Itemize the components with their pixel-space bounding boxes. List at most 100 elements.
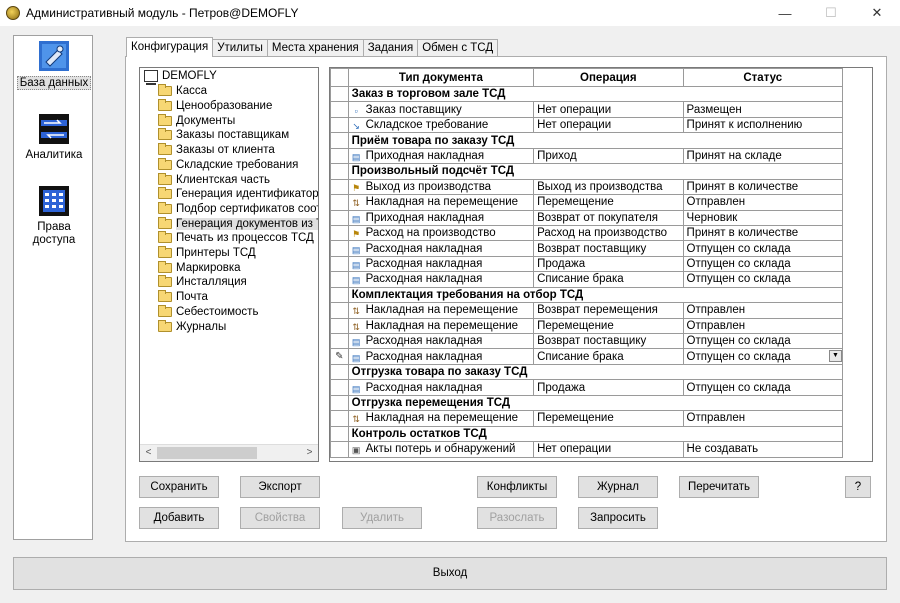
cell-doc-type[interactable]: ▤ Расходная накладная bbox=[347, 271, 535, 288]
save-button[interactable]: Сохранить bbox=[139, 476, 219, 498]
cell-status[interactable]: Не создавать bbox=[682, 441, 843, 458]
cell-status[interactable]: Черновик bbox=[682, 209, 843, 226]
tab-utilities[interactable]: Утилиты bbox=[212, 39, 268, 57]
grid-row[interactable]: ▤ Расходная накладная Возврат поставщику От… bbox=[330, 332, 872, 350]
grid-row[interactable]: ⇅ Накладная на перемещение Перемещение Отпр… bbox=[330, 410, 872, 427]
cell-status[interactable]: Принят на складе bbox=[682, 147, 843, 165]
nav-item-analytics[interactable]: Аналитика bbox=[14, 113, 94, 161]
grid-row[interactable]: ⇅ Накладная на перемещение Перемещение Отпр… bbox=[330, 317, 872, 335]
cell-operation[interactable]: Продажа bbox=[533, 379, 684, 396]
tree-item[interactable]: Принтеры ТСД bbox=[158, 246, 256, 261]
cell-operation[interactable]: Перемещение bbox=[533, 317, 684, 335]
cell-doc-type[interactable]: ⇅ Накладная на перемещение bbox=[347, 317, 535, 335]
cell-operation[interactable]: Приход bbox=[533, 147, 684, 165]
tree-item[interactable]: Почта bbox=[158, 290, 208, 305]
cell-doc-type[interactable]: ▤ Расходная накладная bbox=[347, 240, 535, 257]
grid-row[interactable]: ⇅ Накладная на перемещение Возврат перемещ… bbox=[330, 302, 872, 319]
properties-button[interactable]: Свойства bbox=[240, 507, 320, 529]
minimize-button[interactable]: — bbox=[762, 0, 808, 26]
cell-doc-type[interactable]: ⚑ Расход на производство bbox=[347, 224, 535, 242]
cell-operation[interactable]: Возврат поставщику bbox=[533, 332, 684, 350]
journal-button[interactable]: Журнал bbox=[578, 476, 658, 498]
dropdown-arrow-icon[interactable]: ▼ bbox=[828, 350, 842, 363]
tree-item[interactable]: Генерация идентификаторов bbox=[158, 187, 318, 202]
cell-doc-type[interactable]: ▣ Акты потерь и обнаружений bbox=[347, 441, 535, 458]
cell-status[interactable]: Принят в количестве bbox=[682, 224, 843, 242]
cell-status[interactable]: Отпущен со склада bbox=[682, 255, 843, 273]
grid-row[interactable]: ▤ Приходная накладная Приход Принят на скла… bbox=[330, 147, 872, 165]
close-button[interactable]: ✕ bbox=[854, 0, 900, 26]
document-status-grid[interactable]: Тип документа Операция Статус Заказ в то… bbox=[329, 67, 873, 462]
tree-item[interactable]: Инсталляция bbox=[158, 275, 247, 290]
cell-status[interactable]: Отпущен со склада bbox=[682, 271, 843, 288]
grid-row[interactable]: ⚑ Выход из производства Выход из производс… bbox=[330, 178, 872, 196]
cell-doc-type[interactable]: ▤ Приходная накладная bbox=[347, 147, 535, 165]
grid-row[interactable]: ⚑ Расход на производство Расход на произво… bbox=[330, 224, 872, 242]
cell-operation[interactable]: Нет операции bbox=[533, 441, 684, 458]
tree-item[interactable]: Журналы bbox=[158, 319, 226, 334]
grid-group-row[interactable]: Отгрузка товара по заказу ТСД bbox=[330, 363, 872, 381]
grid-row[interactable]: ⇅ Накладная на перемещение Перемещение Отпр… bbox=[330, 194, 872, 211]
tree-item[interactable]: Маркировка bbox=[158, 260, 241, 275]
grid-row[interactable]: ▤ Приходная накладная Возврат от покупател… bbox=[330, 209, 872, 226]
header-operation[interactable]: Операция bbox=[533, 68, 684, 87]
export-button[interactable]: Экспорт bbox=[240, 476, 320, 498]
grid-row[interactable]: ▤ Расходная накладная Продажа Отпущен со ск… bbox=[330, 255, 872, 273]
cell-doc-type[interactable]: ⚑ Выход из производства bbox=[347, 178, 535, 196]
config-tree[interactable]: DEMOFLY Касса Ценообразование Документы Зак… bbox=[139, 67, 319, 462]
tree-horizontal-scrollbar[interactable]: < > bbox=[140, 444, 318, 461]
tab-storage-locations[interactable]: Места хранения bbox=[266, 39, 364, 57]
tree-item[interactable]: Печать из процессов ТСД bbox=[158, 231, 314, 246]
tab-tsd-exchange[interactable]: Обмен с ТСД bbox=[417, 39, 499, 57]
cell-status[interactable]: Отправлен bbox=[682, 317, 843, 335]
cell-status[interactable]: Отправлен bbox=[682, 302, 843, 319]
cell-operation[interactable]: Нет операции bbox=[533, 101, 684, 118]
cell-status[interactable]: Отпущен со склада bbox=[682, 332, 843, 350]
cell-operation[interactable]: Перемещение bbox=[533, 410, 684, 427]
cell-doc-type[interactable]: ▤ Расходная накладная bbox=[347, 255, 535, 273]
cell-doc-type[interactable]: ⇅ Накладная на перемещение bbox=[347, 302, 535, 319]
grid-group-row[interactable]: Отгрузка перемещения ТСД bbox=[330, 394, 872, 412]
cell-status[interactable]: Отпущен со склада ▼ bbox=[682, 348, 843, 365]
cell-status[interactable]: Отправлен bbox=[682, 410, 843, 427]
header-doc-type[interactable]: Тип документа bbox=[347, 68, 535, 87]
cell-operation[interactable]: Расход на производство bbox=[533, 224, 684, 242]
tab-configuration[interactable]: Конфигурация bbox=[126, 37, 214, 57]
tree-item[interactable]: Клиентская часть bbox=[158, 172, 270, 187]
cell-operation[interactable]: Списание брака bbox=[533, 348, 684, 365]
nav-item-access-rights[interactable]: Права доступа bbox=[14, 185, 94, 247]
grid-group-row[interactable]: Контроль остатков ТСД bbox=[330, 425, 872, 443]
grid-row[interactable]: ✎ ▤ Расходная накладная Списание брака Отпущ… bbox=[330, 348, 872, 365]
grid-row[interactable]: ▣ Акты потерь и обнаружений Нет операции Не… bbox=[330, 441, 872, 458]
tree-item[interactable]: Ценообразование bbox=[158, 99, 272, 114]
cell-status[interactable]: Отправлен bbox=[682, 194, 843, 211]
grid-group-row[interactable]: Произвольный подсчёт ТСД bbox=[330, 163, 872, 180]
cell-doc-type[interactable]: ▤ Расходная накладная bbox=[347, 379, 535, 396]
reread-button[interactable]: Перечитать bbox=[679, 476, 759, 498]
conflicts-button[interactable]: Конфликты bbox=[477, 476, 557, 498]
cell-doc-type[interactable]: ⇅ Накладная на перемещение bbox=[347, 410, 535, 427]
grid-group-row[interactable]: Приём товара по заказу ТСД bbox=[330, 132, 872, 149]
grid-row[interactable]: ↘ Складское требование Нет операции Принят … bbox=[330, 116, 872, 134]
cell-operation[interactable]: Возврат от покупателя bbox=[533, 209, 684, 226]
cell-doc-type[interactable]: ▤ Расходная накладная bbox=[347, 348, 535, 365]
cell-doc-type[interactable]: ▤ Расходная накладная bbox=[347, 332, 535, 350]
help-button[interactable]: ? bbox=[845, 476, 871, 498]
tree-item[interactable]: Себестоимость bbox=[158, 304, 258, 320]
cell-status[interactable]: Принят к исполнению bbox=[682, 116, 843, 134]
cell-doc-type[interactable]: ▫ Заказ поставщику bbox=[347, 101, 535, 118]
cell-status[interactable]: Отпущен со склада bbox=[682, 379, 843, 396]
cell-operation[interactable]: Продажа bbox=[533, 255, 684, 273]
request-button[interactable]: Запросить bbox=[578, 507, 658, 529]
cell-operation[interactable]: Выход из производства bbox=[533, 178, 684, 196]
tree-item[interactable]: Генерация документов из ТСД bbox=[158, 216, 318, 231]
tree-item[interactable]: Заказы поставщикам bbox=[158, 128, 289, 143]
scroll-left-arrow[interactable]: < bbox=[140, 445, 157, 461]
maximize-button[interactable]: ☐ bbox=[808, 0, 854, 26]
send-button[interactable]: Разослать bbox=[477, 507, 557, 529]
cell-status[interactable]: Принят в количестве bbox=[682, 178, 843, 196]
scroll-right-arrow[interactable]: > bbox=[301, 445, 318, 461]
grid-row[interactable]: ▤ Расходная накладная Списание брака Отпуще… bbox=[330, 271, 872, 288]
delete-button[interactable]: Удалить bbox=[342, 507, 422, 529]
grid-row[interactable]: ▫ Заказ поставщику Нет операции Размещен bbox=[330, 101, 872, 118]
